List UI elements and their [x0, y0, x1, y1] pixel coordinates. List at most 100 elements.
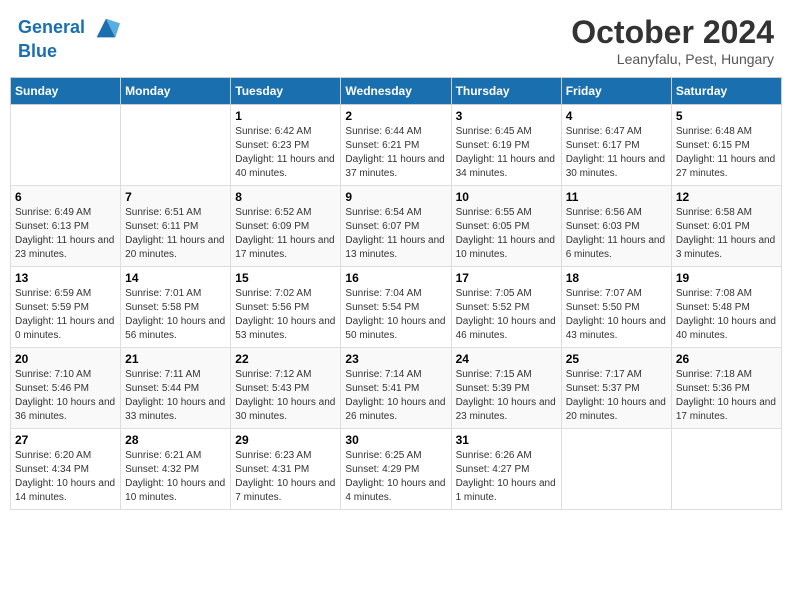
- day-info: Sunrise: 7:07 AMSunset: 5:50 PMDaylight:…: [566, 287, 667, 343]
- day-info: Sunrise: 6:56 AMSunset: 6:03 PMDaylight:…: [566, 206, 667, 262]
- day-number: 6: [15, 190, 116, 204]
- day-number: 27: [15, 433, 116, 447]
- day-info: Sunrise: 7:12 AMSunset: 5:43 PMDaylight:…: [235, 368, 336, 424]
- calendar-cell: 25Sunrise: 7:17 AMSunset: 5:37 PMDayligh…: [561, 348, 671, 429]
- weekday-header-saturday: Saturday: [671, 78, 781, 105]
- day-info: Sunrise: 6:59 AMSunset: 5:59 PMDaylight:…: [15, 287, 116, 343]
- calendar-cell: [671, 429, 781, 510]
- calendar-cell: 24Sunrise: 7:15 AMSunset: 5:39 PMDayligh…: [451, 348, 561, 429]
- calendar-cell: 10Sunrise: 6:55 AMSunset: 6:05 PMDayligh…: [451, 186, 561, 267]
- day-number: 16: [345, 271, 446, 285]
- day-info: Sunrise: 7:17 AMSunset: 5:37 PMDaylight:…: [566, 368, 667, 424]
- day-number: 13: [15, 271, 116, 285]
- weekday-header-friday: Friday: [561, 78, 671, 105]
- calendar-cell: 3 Sunrise: 6:45 AMSunset: 6:19 PMDaylight…: [451, 105, 561, 186]
- day-info: Sunrise: 7:02 AMSunset: 5:56 PMDaylight:…: [235, 287, 336, 343]
- day-info: Sunrise: 6:26 AMSunset: 4:27 PMDaylight:…: [456, 449, 557, 505]
- day-number: 23: [345, 352, 446, 366]
- calendar-cell: 5 Sunrise: 6:48 AMSunset: 6:15 PMDaylight…: [671, 105, 781, 186]
- day-number: 21: [125, 352, 226, 366]
- day-number: 5: [676, 109, 777, 123]
- logo: General Blue: [18, 14, 120, 62]
- day-info: Sunrise: 6:52 AMSunset: 6:09 PMDaylight:…: [235, 206, 336, 262]
- day-info: Sunrise: 6:45 AMSunset: 6:19 PMDaylight:…: [456, 125, 557, 181]
- day-info: Sunrise: 6:23 AMSunset: 4:31 PMDaylight:…: [235, 449, 336, 505]
- calendar-cell: 21 Sunrise: 7:11 AMSunset: 5:44 PMDayligh…: [121, 348, 231, 429]
- day-number: 29: [235, 433, 336, 447]
- calendar-cell: 2 Sunrise: 6:44 AMSunset: 6:21 PMDaylight…: [341, 105, 451, 186]
- day-number: 18: [566, 271, 667, 285]
- day-info: Sunrise: 7:04 AMSunset: 5:54 PMDaylight:…: [345, 287, 446, 343]
- weekday-header-wednesday: Wednesday: [341, 78, 451, 105]
- day-number: 4: [566, 109, 667, 123]
- calendar-body: 1 Sunrise: 6:42 AMSunset: 6:23 PMDaylight…: [11, 105, 782, 510]
- calendar-cell: 19 Sunrise: 7:08 AMSunset: 5:48 PMDayligh…: [671, 267, 781, 348]
- day-info: Sunrise: 6:54 AMSunset: 6:07 PMDaylight:…: [345, 206, 446, 262]
- day-number: 22: [235, 352, 336, 366]
- day-number: 14: [125, 271, 226, 285]
- calendar-cell: 29 Sunrise: 6:23 AMSunset: 4:31 PMDayligh…: [231, 429, 341, 510]
- calendar-cell: 17Sunrise: 7:05 AMSunset: 5:52 PMDayligh…: [451, 267, 561, 348]
- calendar-cell: 6Sunrise: 6:49 AMSunset: 6:13 PMDaylight…: [11, 186, 121, 267]
- calendar-week-2: 6Sunrise: 6:49 AMSunset: 6:13 PMDaylight…: [11, 186, 782, 267]
- day-info: Sunrise: 7:01 AMSunset: 5:58 PMDaylight:…: [125, 287, 226, 343]
- day-info: Sunrise: 6:20 AMSunset: 4:34 PMDaylight:…: [15, 449, 116, 505]
- day-number: 26: [676, 352, 777, 366]
- calendar-cell: 12Sunrise: 6:58 AMSunset: 6:01 PMDayligh…: [671, 186, 781, 267]
- day-info: Sunrise: 7:15 AMSunset: 5:39 PMDaylight:…: [456, 368, 557, 424]
- calendar-week-5: 27 Sunrise: 6:20 AMSunset: 4:34 PMDayligh…: [11, 429, 782, 510]
- day-number: 31: [456, 433, 557, 447]
- calendar-cell: 26Sunrise: 7:18 AMSunset: 5:36 PMDayligh…: [671, 348, 781, 429]
- calendar-cell: 23 Sunrise: 7:14 AMSunset: 5:41 PMDayligh…: [341, 348, 451, 429]
- day-info: Sunrise: 6:25 AMSunset: 4:29 PMDaylight:…: [345, 449, 446, 505]
- calendar-cell: 30 Sunrise: 6:25 AMSunset: 4:29 PMDayligh…: [341, 429, 451, 510]
- calendar-cell: 15 Sunrise: 7:02 AMSunset: 5:56 PMDayligh…: [231, 267, 341, 348]
- calendar-cell: 7 Sunrise: 6:51 AMSunset: 6:11 PMDaylight…: [121, 186, 231, 267]
- calendar-cell: [561, 429, 671, 510]
- day-info: Sunrise: 6:51 AMSunset: 6:11 PMDaylight:…: [125, 206, 226, 262]
- calendar-cell: 11 Sunrise: 6:56 AMSunset: 6:03 PMDayligh…: [561, 186, 671, 267]
- calendar-cell: 22 Sunrise: 7:12 AMSunset: 5:43 PMDayligh…: [231, 348, 341, 429]
- page-header: General Blue October 2024 Leanyfalu, Pes…: [10, 10, 782, 71]
- weekday-header-sunday: Sunday: [11, 78, 121, 105]
- day-number: 12: [676, 190, 777, 204]
- day-info: Sunrise: 7:08 AMSunset: 5:48 PMDaylight:…: [676, 287, 777, 343]
- day-number: 17: [456, 271, 557, 285]
- day-number: 9: [345, 190, 446, 204]
- calendar-cell: 18 Sunrise: 7:07 AMSunset: 5:50 PMDayligh…: [561, 267, 671, 348]
- day-number: 19: [676, 271, 777, 285]
- calendar-week-4: 20 Sunrise: 7:10 AMSunset: 5:46 PMDayligh…: [11, 348, 782, 429]
- day-number: 1: [235, 109, 336, 123]
- day-number: 11: [566, 190, 667, 204]
- day-info: Sunrise: 6:21 AMSunset: 4:32 PMDaylight:…: [125, 449, 226, 505]
- day-number: 3: [456, 109, 557, 123]
- day-info: Sunrise: 7:10 AMSunset: 5:46 PMDaylight:…: [15, 368, 116, 424]
- logo-text: General: [18, 14, 120, 42]
- calendar-week-1: 1 Sunrise: 6:42 AMSunset: 6:23 PMDaylight…: [11, 105, 782, 186]
- weekday-header-thursday: Thursday: [451, 78, 561, 105]
- day-info: Sunrise: 6:55 AMSunset: 6:05 PMDaylight:…: [456, 206, 557, 262]
- day-number: 15: [235, 271, 336, 285]
- calendar-cell: 28Sunrise: 6:21 AMSunset: 4:32 PMDayligh…: [121, 429, 231, 510]
- calendar-cell: 16 Sunrise: 7:04 AMSunset: 5:54 PMDayligh…: [341, 267, 451, 348]
- day-number: 2: [345, 109, 446, 123]
- calendar-cell: 9 Sunrise: 6:54 AMSunset: 6:07 PMDaylight…: [341, 186, 451, 267]
- day-number: 20: [15, 352, 116, 366]
- day-info: Sunrise: 7:14 AMSunset: 5:41 PMDaylight:…: [345, 368, 446, 424]
- weekday-header-monday: Monday: [121, 78, 231, 105]
- day-number: 30: [345, 433, 446, 447]
- day-number: 7: [125, 190, 226, 204]
- logo-blue: Blue: [18, 42, 120, 62]
- day-info: Sunrise: 6:44 AMSunset: 6:21 PMDaylight:…: [345, 125, 446, 181]
- calendar-cell: 27 Sunrise: 6:20 AMSunset: 4:34 PMDayligh…: [11, 429, 121, 510]
- calendar-cell: [121, 105, 231, 186]
- weekday-header-tuesday: Tuesday: [231, 78, 341, 105]
- weekday-header-row: SundayMondayTuesdayWednesdayThursdayFrid…: [11, 78, 782, 105]
- calendar-cell: 13 Sunrise: 6:59 AMSunset: 5:59 PMDayligh…: [11, 267, 121, 348]
- month-title: October 2024: [571, 14, 774, 51]
- calendar-cell: 8Sunrise: 6:52 AMSunset: 6:09 PMDaylight…: [231, 186, 341, 267]
- calendar-cell: 4Sunrise: 6:47 AMSunset: 6:17 PMDaylight…: [561, 105, 671, 186]
- day-info: Sunrise: 6:48 AMSunset: 6:15 PMDaylight:…: [676, 125, 777, 181]
- day-info: Sunrise: 7:11 AMSunset: 5:44 PMDaylight:…: [125, 368, 226, 424]
- day-info: Sunrise: 6:42 AMSunset: 6:23 PMDaylight:…: [235, 125, 336, 181]
